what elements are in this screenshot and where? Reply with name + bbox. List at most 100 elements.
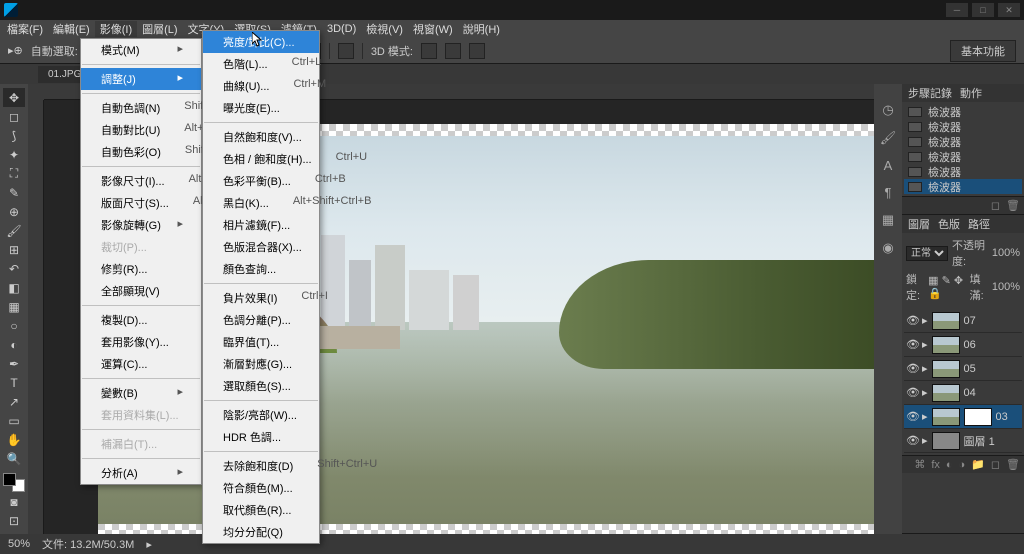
link-icon[interactable]: ⌘: [914, 458, 925, 471]
menu-item-apply-image[interactable]: 套用影像(Y)...: [81, 331, 201, 353]
menu-item-canvas-size[interactable]: 版面尺寸(S)...Alt+Ctrl+C: [81, 192, 201, 214]
menu-item-channel-mixer[interactable]: 色版混合器(X)...: [203, 236, 319, 258]
blur-tool[interactable]: ○: [3, 317, 25, 336]
eraser-tool[interactable]: ◧: [3, 278, 25, 297]
trash-icon[interactable]: 🗑: [1006, 458, 1020, 471]
history-item[interactable]: 檢波器: [904, 164, 1022, 179]
visibility-icon[interactable]: 👁: [906, 386, 918, 399]
menu-item-auto-tone[interactable]: 自動色調(N)Shift+Ctrl+L: [81, 97, 201, 119]
wand-tool[interactable]: ✦: [3, 145, 25, 164]
menu-3d[interactable]: 3D(D): [322, 23, 361, 35]
layer-mask[interactable]: [964, 408, 992, 426]
menu-layer[interactable]: 圖層(L): [137, 21, 182, 37]
menu-item-exposure[interactable]: 曝光度(E)...: [203, 97, 319, 119]
menu-window[interactable]: 視窗(W): [408, 21, 458, 37]
new-layer-icon[interactable]: ◻: [991, 458, 1000, 471]
menu-item-color-lookup[interactable]: 顏色查詢...: [203, 258, 319, 280]
stamp-tool[interactable]: ⊞: [3, 240, 25, 259]
menu-item-equalize[interactable]: 均分分配(Q): [203, 521, 319, 543]
ruler-origin[interactable]: [28, 84, 44, 100]
menu-item-hdr-toning[interactable]: HDR 色調...: [203, 426, 319, 448]
foreground-color[interactable]: [3, 473, 16, 486]
menu-item-shadows-highlights[interactable]: 陰影/亮部(W)...: [203, 404, 319, 426]
history-brush-tool[interactable]: ↶: [3, 259, 25, 278]
menu-item-posterize[interactable]: 色調分離(P)...: [203, 309, 319, 331]
layer-row[interactable]: 👁▸05: [904, 357, 1022, 381]
menu-item-crop[interactable]: 裁切(P)...: [81, 236, 201, 258]
tab-paths[interactable]: 路徑: [968, 216, 990, 232]
menu-item-invert[interactable]: 負片效果(I)Ctrl+I: [203, 287, 319, 309]
menu-item-calculations[interactable]: 運算(C)...: [81, 353, 201, 375]
fx-icon[interactable]: fx: [931, 459, 940, 471]
quickmask-icon[interactable]: ◙: [3, 492, 25, 511]
menu-item-reveal-all[interactable]: 全部顯現(V): [81, 280, 201, 302]
layer-row[interactable]: 👁▸06: [904, 333, 1022, 357]
para-panel-icon[interactable]: ¶: [885, 185, 892, 200]
doc-size[interactable]: 文件: 13.2M/50.3M: [42, 536, 134, 552]
menu-file[interactable]: 檔案(F): [2, 21, 48, 37]
menu-item-datasets[interactable]: 套用資料集(L)...: [81, 404, 201, 426]
tab-history[interactable]: 步驟記錄: [908, 85, 952, 101]
menu-item-vibrance[interactable]: 自然飽和度(V)...: [203, 126, 319, 148]
brush-panel-icon[interactable]: 🖌: [880, 130, 897, 146]
history-icon[interactable]: ◷: [882, 102, 893, 118]
history-item[interactable]: 檢波器: [904, 149, 1022, 164]
healing-tool[interactable]: ⊕: [3, 202, 25, 221]
menu-item-image-size[interactable]: 影像尺寸(I)...Alt+Ctrl+I: [81, 170, 201, 192]
adjustment-icon[interactable]: ◑: [959, 459, 966, 471]
zoom-tool[interactable]: 🔍: [3, 450, 25, 469]
screenmode-icon[interactable]: ⊡: [3, 511, 25, 530]
history-item[interactable]: 檢波器: [904, 179, 1022, 194]
menu-item-duplicate[interactable]: 複製(D)...: [81, 309, 201, 331]
menu-item-trap[interactable]: 補漏白(T)...: [81, 433, 201, 455]
brush-tool[interactable]: 🖌: [3, 221, 25, 240]
tab-layers[interactable]: 圖層: [908, 216, 930, 232]
opacity-value[interactable]: 100%: [992, 247, 1020, 259]
menu-item-selective-color[interactable]: 選取顏色(S)...: [203, 375, 319, 397]
shape-tool[interactable]: ▭: [3, 412, 25, 431]
menu-item-gradient-map[interactable]: 漸層對應(G)...: [203, 353, 319, 375]
zoom-level[interactable]: 50%: [8, 538, 30, 550]
visibility-icon[interactable]: 👁: [906, 434, 918, 447]
visibility-icon[interactable]: 👁: [906, 410, 918, 423]
menu-item-analysis[interactable]: 分析(A)▸: [81, 462, 201, 484]
char-panel-icon[interactable]: A: [884, 158, 893, 173]
info-panel-icon[interactable]: ◉: [882, 240, 893, 256]
move-tool[interactable]: ✥: [3, 88, 25, 107]
layer-row[interactable]: 👁▸圖層 1: [904, 429, 1022, 453]
menu-item-desaturate[interactable]: 去除飽和度(D)Shift+Ctrl+U: [203, 455, 319, 477]
minimize-button[interactable]: ─: [946, 3, 968, 17]
group-icon[interactable]: 📁: [971, 458, 985, 471]
fill-value[interactable]: 100%: [992, 281, 1020, 293]
path-tool[interactable]: ↗: [3, 393, 25, 412]
menu-item-mode[interactable]: 模式(M)▸: [81, 39, 201, 61]
visibility-icon[interactable]: 👁: [906, 338, 918, 351]
menu-edit[interactable]: 編輯(E): [48, 21, 95, 37]
menu-view[interactable]: 檢視(V): [361, 21, 408, 37]
visibility-icon[interactable]: 👁: [906, 362, 918, 375]
close-button[interactable]: ✕: [998, 3, 1020, 17]
menu-item-rotation[interactable]: 影像旋轉(G)▸: [81, 214, 201, 236]
marquee-tool[interactable]: ◻: [3, 107, 25, 126]
layer-row[interactable]: 👁▸07: [904, 309, 1022, 333]
menu-help[interactable]: 說明(H): [458, 21, 505, 37]
menu-bar[interactable]: 檔案(F) 編輯(E) 影像(I) 圖層(L) 文字(Y) 選取(S) 濾鏡(T…: [0, 20, 1024, 38]
menu-item-black-white[interactable]: 黑白(K)...Alt+Shift+Ctrl+B: [203, 192, 319, 214]
menu-item-match-color[interactable]: 符合顏色(M)...: [203, 477, 319, 499]
menu-item-threshold[interactable]: 臨界值(T)...: [203, 331, 319, 353]
layer-row[interactable]: 👁▸04: [904, 381, 1022, 405]
menu-item-adjustments[interactable]: 調整(J)▸: [81, 68, 201, 90]
menu-item-photo-filter[interactable]: 相片濾鏡(F)...: [203, 214, 319, 236]
menu-item-curves[interactable]: 曲線(U)...Ctrl+M: [203, 75, 319, 97]
hand-tool[interactable]: ✋: [3, 431, 25, 450]
tab-channels[interactable]: 色版: [938, 216, 960, 232]
history-item[interactable]: 檢波器: [904, 134, 1022, 149]
3d-icon[interactable]: [445, 43, 461, 59]
color-swatches[interactable]: [3, 473, 25, 492]
crop-tool[interactable]: ⛶: [3, 164, 25, 183]
visibility-icon[interactable]: 👁: [906, 314, 918, 327]
new-snapshot-icon[interactable]: ◻: [991, 199, 1000, 212]
blend-mode-select[interactable]: 正常: [906, 246, 948, 261]
swatches-panel-icon[interactable]: ▦: [882, 212, 894, 228]
dodge-tool[interactable]: ◐: [3, 336, 25, 355]
